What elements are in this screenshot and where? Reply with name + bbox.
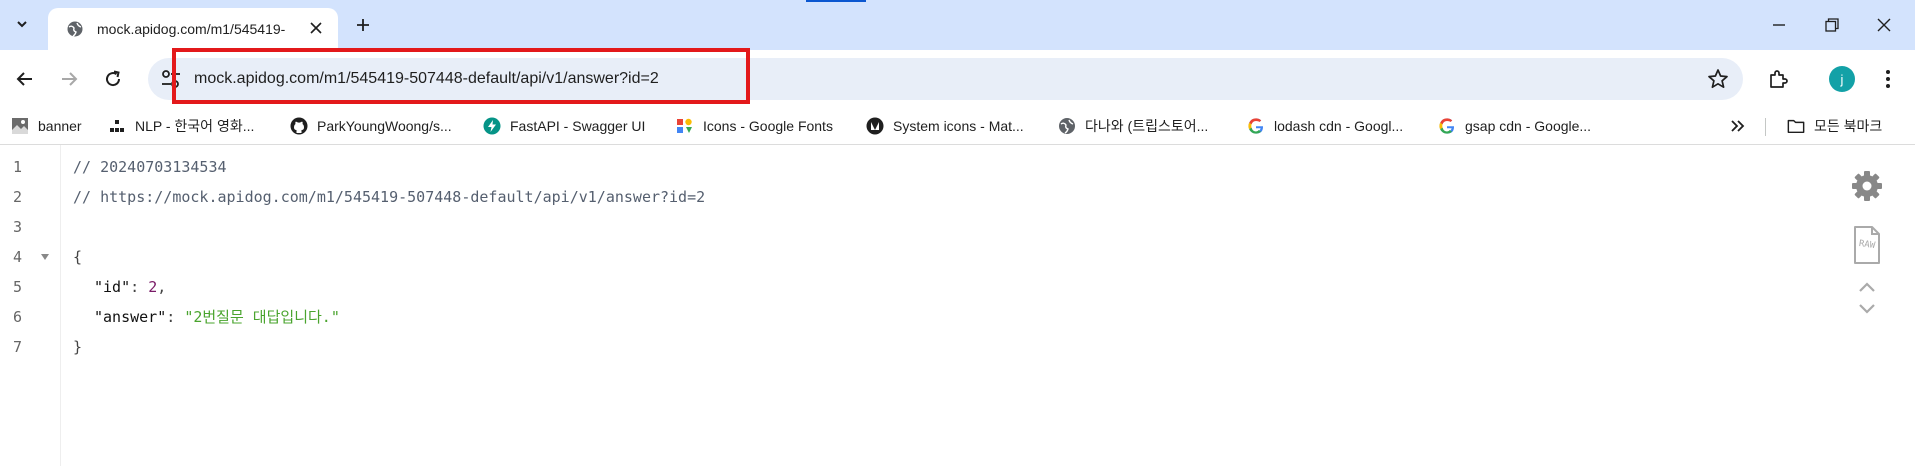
- url-highlight-box: [172, 48, 750, 104]
- puzzle-icon: [1770, 70, 1788, 88]
- extensions-button[interactable]: [1763, 64, 1793, 94]
- code-line-id: "id": 2,: [94, 272, 166, 302]
- restore-button[interactable]: [1817, 10, 1847, 40]
- json-colon: :: [166, 308, 185, 326]
- json-number: 2: [148, 278, 158, 296]
- bookmark-label: ParkYoungWoong/s...: [317, 118, 452, 134]
- bookmark-label: FastAPI - Swagger UI: [510, 118, 646, 134]
- raw-view-button[interactable]: RAW: [1850, 225, 1884, 265]
- menu-button[interactable]: [1873, 64, 1903, 94]
- arrow-left-icon: [16, 72, 32, 86]
- bookmark-label: System icons - Mat...: [893, 118, 1024, 134]
- forward-button[interactable]: [54, 64, 84, 94]
- bookmark-nlp[interactable]: NLP - 한국어 영화...: [108, 115, 254, 137]
- line-number: 2: [12, 188, 22, 206]
- line-number: 6: [12, 308, 22, 326]
- close-icon: [1877, 18, 1891, 32]
- profile-button[interactable]: j: [1827, 64, 1857, 94]
- more-vert-icon: [1886, 70, 1890, 88]
- folder-icon: [1787, 117, 1805, 135]
- bookmark-label: lodash cdn - Googl...: [1274, 118, 1404, 134]
- tab-close-button[interactable]: [306, 18, 326, 38]
- tab-search-button[interactable]: [8, 10, 36, 38]
- bookmarks-overflow-button[interactable]: [1727, 115, 1749, 137]
- json-key: "id": [94, 278, 131, 296]
- line-number: 4: [12, 248, 22, 266]
- json-colon: :: [130, 278, 149, 296]
- line-number: 5: [12, 278, 22, 296]
- new-tab-button[interactable]: [350, 12, 376, 38]
- bookmark-label: 다나와 (트립스토어...: [1085, 118, 1209, 134]
- all-bookmarks-button[interactable]: 모든 북마크: [1787, 115, 1882, 137]
- github-icon: [290, 117, 308, 135]
- image-icon: [11, 117, 29, 135]
- bookmark-label: gsap cdn - Google...: [1465, 118, 1592, 134]
- all-bookmarks-label: 모든 북마크: [1814, 118, 1883, 134]
- settings-button[interactable]: [1850, 169, 1884, 203]
- material-icon: [866, 117, 884, 135]
- close-window-button[interactable]: [1869, 10, 1899, 40]
- tab-strip: mock.apidog.com/m1/545419-: [0, 0, 1915, 50]
- bookmark-material-icons[interactable]: System icons - Mat...: [866, 115, 1024, 137]
- globe-icon: [1058, 117, 1076, 135]
- tab-active[interactable]: mock.apidog.com/m1/545419-: [48, 8, 338, 50]
- bookmark-github[interactable]: ParkYoungWoong/s...: [290, 115, 452, 137]
- double-chevron-icon: [1731, 120, 1745, 132]
- caret-down-icon: [41, 254, 49, 260]
- chevron-down-icon: [17, 21, 27, 28]
- bookmark-lodash[interactable]: lodash cdn - Googl...: [1247, 115, 1403, 137]
- bookmarks-bar: banner NLP - 한국어 영화... ParkYoungWoong/s.…: [0, 108, 1915, 145]
- line-gutter: 1 2 3 4 5 6 7: [0, 145, 61, 466]
- bookmark-label: Icons - Google Fonts: [703, 118, 833, 134]
- restore-icon: [1825, 18, 1839, 32]
- arrow-right-icon: [62, 72, 78, 86]
- line-number: 7: [12, 338, 22, 356]
- line-number: 1: [12, 158, 22, 176]
- bookmark-fastapi[interactable]: FastAPI - Swagger UI: [483, 115, 645, 137]
- star-icon[interactable]: [1707, 68, 1729, 90]
- json-viewer: 1 2 3 4 5 6 7 // 20240703134534 // https…: [0, 145, 1915, 466]
- tab-title: mock.apidog.com/m1/545419-: [97, 21, 286, 37]
- code-line-answer: "answer": "2번질문 대답입니다.": [94, 302, 340, 332]
- plus-icon: [357, 19, 369, 31]
- drag-indicator: [806, 0, 866, 2]
- minimize-button[interactable]: [1764, 10, 1794, 40]
- minimize-icon: [1773, 24, 1785, 26]
- back-button[interactable]: [10, 64, 40, 94]
- bookmark-google-fonts[interactable]: Icons - Google Fonts: [676, 115, 833, 137]
- chevron-down-icon: [1859, 304, 1875, 314]
- close-icon: [310, 22, 322, 34]
- chevron-up-icon: [1859, 282, 1875, 292]
- line-number: 3: [12, 218, 22, 236]
- json-comma: ,: [157, 278, 167, 296]
- code-open-brace: {: [73, 248, 83, 266]
- globe-icon: [67, 21, 83, 37]
- google-fonts-icon: [676, 117, 694, 135]
- json-string: "2번질문 대답입니다.": [184, 308, 340, 326]
- bookmark-label: NLP - 한국어 영화...: [135, 118, 255, 134]
- avatar: j: [1829, 66, 1855, 92]
- bookmark-banner[interactable]: banner: [11, 115, 82, 137]
- google-icon: [1247, 117, 1265, 135]
- fold-toggle[interactable]: [40, 252, 50, 262]
- code-close-brace: }: [73, 338, 83, 356]
- code-line-timestamp: // 20240703134534: [73, 158, 227, 176]
- dots-icon: [108, 117, 126, 135]
- fastapi-icon: [483, 117, 501, 135]
- gear-icon: [1852, 171, 1882, 201]
- google-icon: [1438, 117, 1456, 135]
- reload-button[interactable]: [98, 64, 128, 94]
- bookmark-gsap[interactable]: gsap cdn - Google...: [1438, 115, 1591, 137]
- scroll-down-button[interactable]: [1850, 301, 1884, 317]
- bookmark-label: banner: [38, 118, 82, 134]
- code-line-url-comment: // https://mock.apidog.com/m1/545419-507…: [73, 188, 706, 206]
- scroll-up-button[interactable]: [1850, 279, 1884, 295]
- reload-icon: [106, 70, 121, 87]
- bookmarks-divider: [1765, 118, 1766, 136]
- json-key: "answer": [94, 308, 167, 326]
- bookmark-danawa[interactable]: 다나와 (트립스토어...: [1058, 115, 1208, 137]
